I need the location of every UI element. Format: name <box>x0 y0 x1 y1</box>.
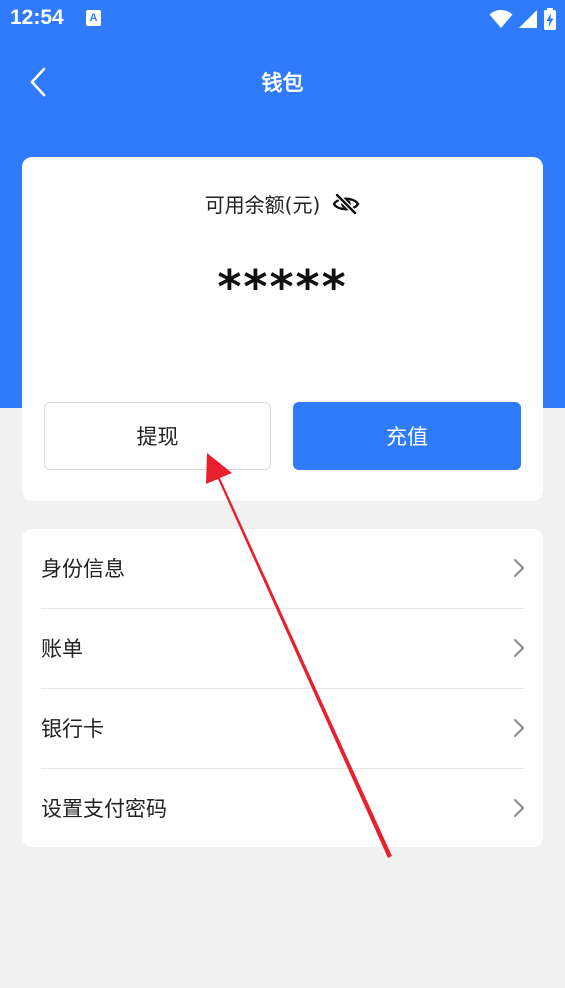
wifi-icon <box>489 10 513 28</box>
nav-bar: 钱包 <box>0 52 565 112</box>
balance-value: ***** <box>217 260 348 314</box>
eye-hidden-icon[interactable] <box>332 192 360 215</box>
menu-item-identity-info[interactable]: 身份信息 <box>22 529 543 609</box>
notification-a-icon: A <box>86 10 101 26</box>
battery-charging-icon <box>544 8 556 30</box>
menu-item-label: 身份信息 <box>41 557 125 581</box>
menu-item-label: 设置支付密码 <box>41 797 167 821</box>
menu-item-bank-card[interactable]: 银行卡 <box>22 689 543 769</box>
balance-label-row: 可用余额(元) <box>22 189 543 218</box>
chevron-right-icon <box>514 559 524 577</box>
menu-item-payment-password[interactable]: 设置支付密码 <box>22 769 543 847</box>
menu-item-label: 账单 <box>41 637 83 661</box>
withdraw-button[interactable]: 提现 <box>44 402 271 470</box>
chevron-right-icon <box>514 639 524 657</box>
chevron-right-icon <box>514 719 524 737</box>
page-title: 钱包 <box>261 71 304 95</box>
menu-card: 身份信息 账单 银行卡 设置支付密码 <box>22 529 543 847</box>
status-time: 12:54 <box>10 6 64 29</box>
balance-card: 可用余额(元) ***** 提现 充值 <box>22 157 543 501</box>
status-icons <box>489 8 557 30</box>
status-bar: 12:54 A <box>0 0 565 38</box>
chevron-right-icon <box>514 799 524 817</box>
menu-item-bill[interactable]: 账单 <box>22 609 543 689</box>
balance-label: 可用余额(元) <box>204 193 321 217</box>
recharge-button[interactable]: 充值 <box>293 402 521 470</box>
signal-icon <box>519 10 537 28</box>
menu-item-label: 银行卡 <box>41 717 104 741</box>
